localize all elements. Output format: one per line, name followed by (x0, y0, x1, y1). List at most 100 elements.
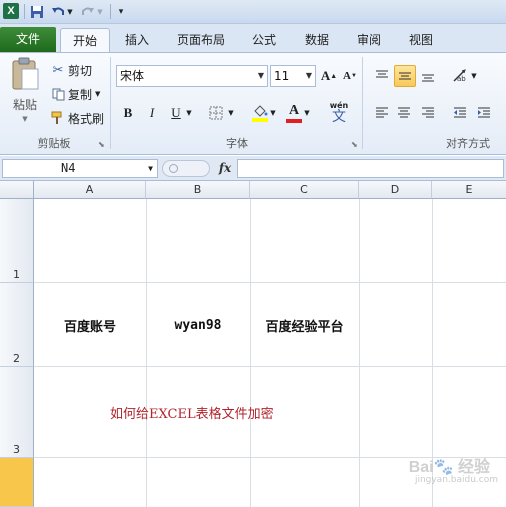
cell-c2[interactable]: 百度经验平台 (250, 283, 359, 367)
increase-indent-icon (478, 107, 490, 118)
align-top-icon (376, 70, 388, 78)
row-header-4[interactable] (0, 458, 34, 507)
underline-dropdown-icon[interactable]: ▼ (184, 103, 194, 123)
decrease-indent-button[interactable] (450, 103, 470, 123)
chevron-down-icon: ▼ (148, 164, 153, 173)
column-header-a[interactable]: A (34, 181, 146, 199)
align-center-button[interactable] (394, 103, 414, 123)
row-header-1[interactable]: 1 (0, 199, 34, 283)
cut-label: 剪切 (68, 63, 93, 78)
save-icon[interactable] (29, 3, 45, 20)
quick-access-toolbar: X ▼ ▼ ▾ (0, 0, 506, 24)
cell-a3[interactable]: 如何给EXCEL表格文件加密 (108, 367, 359, 458)
font-name-select[interactable]: 宋体 ▼ (116, 65, 268, 87)
decrease-indent-icon (454, 107, 466, 118)
font-color-dropdown-icon[interactable]: ▼ (302, 103, 312, 123)
scissors-icon: ✂ (52, 62, 64, 78)
row-header-3[interactable]: 3 (0, 367, 34, 458)
tab-home[interactable]: 开始 (60, 28, 110, 52)
align-middle-icon (399, 72, 411, 80)
borders-button[interactable] (206, 103, 226, 123)
orientation-icon: ab (453, 69, 466, 83)
orientation-dropdown-icon[interactable]: ▼ (470, 66, 478, 86)
chevron-down-icon: ▼ (257, 71, 264, 80)
name-box-value: N4 (61, 161, 76, 175)
align-top-button[interactable] (372, 66, 392, 86)
format-painter-button[interactable]: 格式刷 (50, 109, 104, 127)
column-header-b[interactable]: B (146, 181, 250, 199)
borders-dropdown-icon[interactable]: ▼ (226, 103, 236, 123)
qat-divider (110, 4, 111, 19)
tab-view[interactable]: 视图 (400, 28, 442, 52)
row-header-2[interactable]: 2 (0, 283, 34, 367)
paste-label: 粘贴 (12, 98, 37, 112)
align-bottom-icon (422, 74, 434, 82)
underline-button[interactable]: U (166, 103, 186, 123)
font-size-value: 11 (274, 69, 290, 83)
borders-icon (209, 106, 223, 120)
italic-button[interactable]: I (142, 103, 162, 123)
increase-indent-button[interactable] (474, 103, 494, 123)
clipboard-launcher-icon[interactable]: ⬊ (98, 140, 105, 149)
paste-button[interactable]: 粘贴 ▼ (8, 57, 42, 127)
align-right-button[interactable] (418, 103, 438, 123)
font-name-value: 宋体 (120, 69, 145, 83)
ribbon-tab-bar: 文件 开始 插入 页面布局 公式 数据 审阅 视图 (0, 24, 506, 52)
cell-a2[interactable]: 百度账号 (34, 283, 146, 367)
cell-b2[interactable]: wyan98 (146, 283, 250, 367)
spreadsheet-grid: A B C D E 1 2 3 百度账号 wyan98 百度经验平台 如何给EX… (0, 181, 506, 507)
fill-color-dropdown-icon[interactable]: ▼ (268, 103, 278, 123)
gridline (359, 199, 360, 507)
chevron-down-icon: ▼ (305, 71, 312, 80)
undo-dropdown-icon[interactable]: ▼ (66, 3, 74, 20)
column-header-d[interactable]: D (359, 181, 432, 199)
font-color-button[interactable]: A (284, 101, 304, 125)
align-middle-button[interactable] (394, 65, 416, 87)
baidu-watermark-logo: Bai🐾 经验 (408, 459, 490, 476)
bold-button[interactable]: B (118, 103, 138, 123)
phonetic-button[interactable]: wén 文 (326, 99, 352, 127)
align-bottom-button[interactable] (418, 66, 438, 86)
svg-text:ab: ab (457, 75, 466, 83)
formula-splitter[interactable] (162, 160, 210, 177)
grow-font-button[interactable]: A ▲ (319, 66, 339, 86)
watermark-subtext: jingyan.baidu.com (414, 475, 498, 485)
column-header-e[interactable]: E (432, 181, 506, 199)
orientation-button[interactable]: ab (450, 66, 472, 86)
tab-review[interactable]: 审阅 (348, 28, 390, 52)
formula-bar: N4 ▼ fx (0, 156, 506, 181)
tab-page-layout[interactable]: 页面布局 (168, 28, 234, 52)
group-divider (362, 57, 363, 149)
cut-button[interactable]: ✂ 剪切 (50, 61, 92, 79)
excel-logo-icon[interactable]: X (3, 3, 19, 19)
customize-qat-icon[interactable]: ▾ (115, 3, 127, 20)
copy-button[interactable]: 复制 ▼ (50, 85, 100, 103)
copy-label: 复制 (68, 87, 93, 102)
formula-input[interactable] (237, 159, 504, 178)
align-center-icon (398, 107, 410, 118)
align-left-icon (376, 107, 388, 118)
align-left-button[interactable] (372, 103, 392, 123)
font-size-select[interactable]: 11 ▼ (270, 65, 316, 87)
redo-dropdown-icon[interactable]: ▼ (96, 3, 104, 20)
select-all-corner[interactable] (0, 181, 34, 199)
redo-icon[interactable] (80, 3, 96, 20)
tab-formulas[interactable]: 公式 (243, 28, 285, 52)
alignment-group-label: 对齐方式 (446, 137, 490, 150)
column-header-c[interactable]: C (250, 181, 359, 199)
tab-file[interactable]: 文件 (0, 27, 56, 52)
font-launcher-icon[interactable]: ⬊ (351, 140, 358, 149)
tab-data[interactable]: 数据 (296, 28, 338, 52)
paste-dropdown-icon[interactable]: ▼ (22, 115, 27, 123)
copy-dropdown-icon[interactable]: ▼ (95, 90, 100, 98)
name-box[interactable]: N4 ▼ (2, 159, 158, 178)
tab-insert[interactable]: 插入 (116, 28, 158, 52)
fill-color-button[interactable] (250, 101, 270, 125)
shrink-font-button[interactable]: A ▼ (340, 66, 360, 86)
grow-font-icon: A (320, 68, 331, 83)
qat-divider (24, 4, 25, 19)
undo-icon[interactable] (50, 3, 66, 20)
brush-icon (50, 111, 66, 125)
insert-function-icon[interactable]: fx (216, 159, 234, 178)
group-divider (110, 57, 111, 149)
